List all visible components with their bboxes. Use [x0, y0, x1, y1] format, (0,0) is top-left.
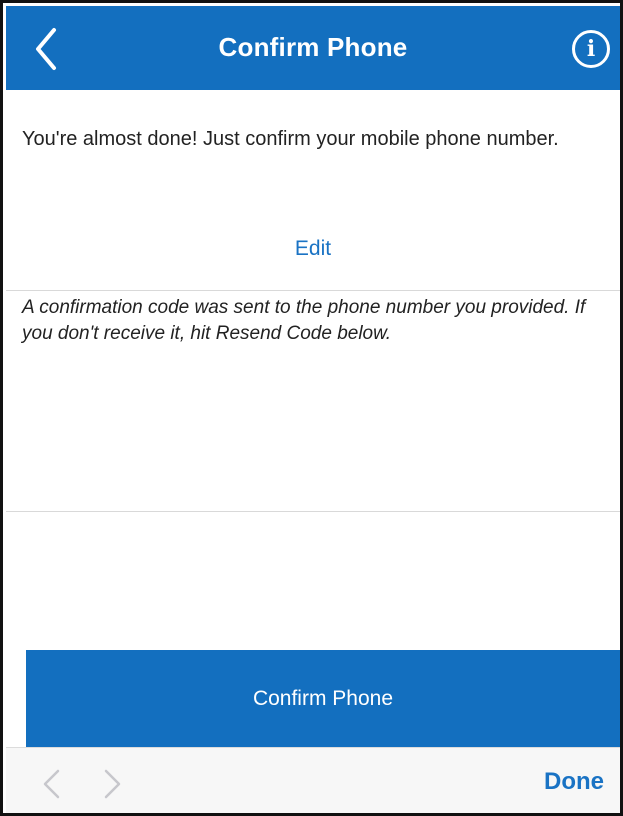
confirmation-code-section: A confirmation code was sent to the phon… [6, 291, 620, 511]
info-button[interactable]: i [572, 30, 610, 68]
chevron-right-icon [104, 769, 121, 799]
done-button[interactable]: Done [544, 768, 604, 796]
previous-field-button[interactable] [40, 768, 64, 800]
keyboard-toolbar: Done [6, 747, 620, 813]
confirm-phone-button-label: Confirm Phone [252, 686, 394, 710]
chevron-left-icon [43, 769, 60, 799]
next-field-button[interactable] [100, 768, 124, 800]
confirmation-code-message: A confirmation code was sent to the phon… [22, 297, 586, 344]
divider [6, 511, 620, 512]
edit-phone-link[interactable]: Edit [6, 237, 620, 261]
navigation-bar: Confirm Phone i [6, 6, 620, 90]
confirm-phone-button[interactable]: Confirm Phone [26, 650, 620, 747]
intro-message: You're almost done! Just confirm your mo… [22, 128, 559, 150]
page-title: Confirm Phone [218, 32, 408, 62]
app-frame: Confirm Phone i You're almost done! Just… [0, 0, 623, 816]
info-icon: i [586, 36, 596, 62]
intro-section: You're almost done! Just confirm your mo… [6, 90, 620, 290]
